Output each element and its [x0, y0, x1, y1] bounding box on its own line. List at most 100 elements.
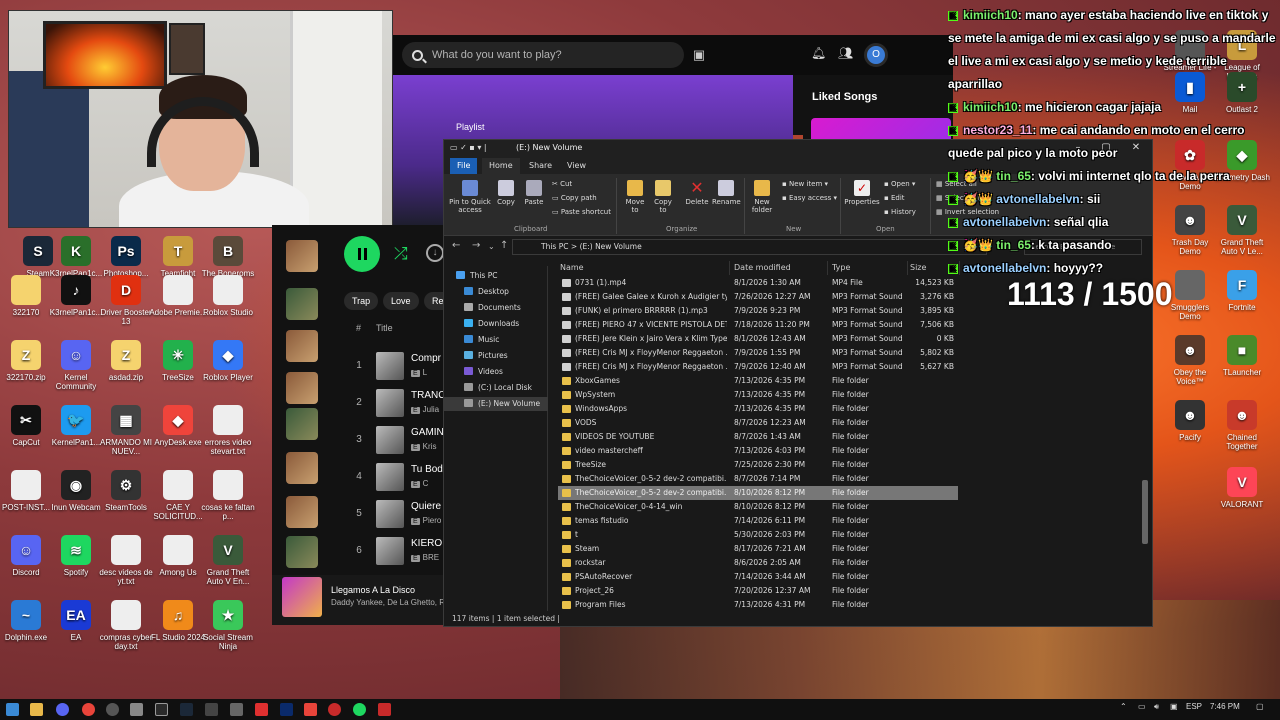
liked-songs-title[interactable]: Liked Songs [812, 91, 877, 103]
desktop-icon-valorant[interactable]: V VALORANT [1212, 467, 1272, 509]
file-explorer-taskbar-icon[interactable] [30, 703, 43, 716]
pin-quick-access-button[interactable]: Pin to Quick access [448, 180, 492, 214]
library-item-cover[interactable] [286, 240, 318, 272]
copy-path-button[interactable]: ▭ Copy path [552, 194, 597, 202]
spotify-search-input[interactable]: What do you want to play? [402, 42, 684, 68]
file-row[interactable]: video mastercheff 7/13/2026 4:03 PM File f… [558, 444, 958, 458]
desktop-icon-roblox-player[interactable]: ◆ Roblox Player [198, 340, 258, 382]
file-row[interactable]: temas fistudio 7/14/2026 6:11 PM File fold… [558, 514, 958, 528]
desktop-icon-photoshop[interactable]: Ps Photoshop... [96, 236, 156, 278]
desktop-icon-roblox-studio[interactable]: Roblox Studio [198, 275, 258, 317]
chip-love[interactable]: Love [383, 292, 419, 310]
desktop-icon-desc-videos-de-yt-txt[interactable]: desc videos de yt.txt [96, 535, 156, 586]
address-bar[interactable]: This PC > (E:) New Volume [512, 239, 987, 255]
library-item-cover[interactable] [286, 372, 318, 404]
now-playing-artist[interactable]: Daddy Yankee, De La Ghetto, R [331, 598, 445, 607]
desktop-icon-steamtools[interactable]: ⚙ SteamTools [96, 470, 156, 512]
back-arrow-icon[interactable]: ← [452, 240, 460, 251]
clock[interactable]: 7:46 PM [1210, 702, 1240, 711]
file-row[interactable]: TheChoiceVoicer_0-5-2 dev-2 compatibi...… [558, 486, 958, 500]
app-taskbar-icon[interactable] [205, 703, 218, 716]
easy-access-button[interactable]: ▪ Easy access ▾ [782, 194, 837, 202]
recent-chevron-icon[interactable]: ⌄ [488, 242, 495, 251]
now-playing-title[interactable]: Llegamos A La Disco [331, 585, 415, 595]
file-row[interactable]: PSAutoRecover 7/14/2026 3:44 AM File folde… [558, 570, 958, 584]
desktop-icon-errores-video-stevart-txt[interactable]: errores video stevart.txt [198, 405, 258, 456]
shuffle-icon[interactable]: ⤮ [394, 244, 408, 264]
tab-home[interactable]: Home [482, 158, 520, 174]
file-row[interactable]: (FREE) Galee Galee x Kuroh x Audigier ty… [558, 290, 958, 304]
desktop-icon-armando-mi-nuev[interactable]: ▦ ARMANDO MI NUEV... [96, 405, 156, 456]
desktop-icon-tlauncher[interactable]: ■ TLauncher [1212, 335, 1272, 377]
browse-icon[interactable]: ▣ [686, 42, 712, 68]
nav-item-desktop[interactable]: Desktop [444, 285, 548, 299]
nav-item-e-new-volume[interactable]: (E:) New Volume [444, 397, 548, 411]
edit-button[interactable]: ▪ Edit [884, 194, 905, 202]
app-taskbar-icon[interactable] [255, 703, 268, 716]
file-row[interactable]: t 5/30/2026 2:03 PM File folder [558, 528, 958, 542]
library-item-cover[interactable] [286, 408, 318, 440]
file-row[interactable]: rockstar 8/6/2026 2:05 AM File folder [558, 556, 958, 570]
quick-access-toolbar[interactable]: ▭ ✓ ▪ ▾ | [450, 140, 487, 156]
library-item-cover[interactable] [286, 496, 318, 528]
bell-icon[interactable]: 🔔︎ [811, 46, 826, 60]
col-name[interactable]: Name [558, 261, 730, 275]
cut-button[interactable]: ✂ Cut [552, 180, 572, 188]
file-row[interactable]: Project_26 7/20/2026 12:37 AM File folder [558, 584, 958, 598]
tab-share[interactable]: Share [522, 158, 559, 174]
file-row[interactable]: TreeSize 7/25/2026 2:30 PM File folder [558, 458, 958, 472]
file-row[interactable]: TheChoiceVoicer_0-4-14_win 8/10/2026 8:12… [558, 500, 958, 514]
nav-item-this-pc[interactable]: This PC [444, 269, 548, 283]
nav-item-music[interactable]: Music [444, 333, 548, 347]
track-row[interactable]: 4 Tu Bod E C [352, 461, 444, 495]
app-taskbar-icon[interactable] [230, 703, 243, 716]
file-row[interactable]: TheChoiceVoicer_0-5-2 dev-2 compatibi...… [558, 472, 958, 486]
col-date-modified[interactable]: Date modified [732, 261, 828, 275]
desktop-icon-driver-booster-13[interactable]: D Driver Booster 13 [96, 275, 156, 326]
app-taskbar-icon[interactable] [378, 703, 391, 716]
open-button[interactable]: ▪ Open ▾ [884, 180, 915, 188]
nav-item-documents[interactable]: Documents [444, 301, 548, 315]
track-row[interactable]: 1 Compr E L [352, 350, 444, 384]
file-row[interactable]: (FREE) Cris MJ x FloyyMenor Reggaeton ..… [558, 346, 958, 360]
chip-trap[interactable]: Trap [344, 292, 379, 310]
spotify-taskbar-icon[interactable] [353, 703, 366, 716]
tray-chevron-icon[interactable]: ⌃ [1120, 702, 1127, 711]
file-row[interactable]: 0731 (1).mp4 8/1/2026 1:30 AM MP4 File 14,5… [558, 276, 958, 290]
steam-taskbar-icon[interactable] [180, 703, 193, 716]
copy-button[interactable]: Copy [494, 180, 518, 206]
now-playing-cover[interactable] [282, 577, 322, 617]
tray-app-icon[interactable]: ▣ [1170, 702, 1178, 711]
track-row[interactable]: 6 KIERO E BRE [352, 535, 444, 569]
desktop-icon-asdad-zip[interactable]: Zasdad.zip [96, 340, 156, 382]
app-taskbar-icon[interactable] [304, 703, 317, 716]
chrome-taskbar-icon[interactable] [82, 703, 95, 716]
discord-taskbar-icon[interactable] [56, 703, 69, 716]
track-row[interactable]: 3 GAMIN E Kris [352, 424, 444, 458]
new-item-button[interactable]: ▪ New item ▾ [782, 180, 828, 188]
desktop-icon-cosas-ke-faltan-p[interactable]: cosas ke faltan p... [198, 470, 258, 521]
file-row[interactable]: VIDEOS DE YOUTUBE 8/7/2026 1:43 AM File fo… [558, 430, 958, 444]
friends-icon[interactable]: 👥︎ [838, 46, 853, 60]
nav-item-pictures[interactable]: Pictures [444, 349, 548, 363]
desktop-icon-pacify[interactable]: ☻ Pacify [1160, 400, 1220, 442]
vertical-scrollbar[interactable] [1142, 480, 1148, 544]
col-type[interactable]: Type [830, 261, 908, 275]
file-row[interactable]: (FREE) PIERO 47 x VICENTE PISTOLA DETR..… [558, 318, 958, 332]
nav-item-videos[interactable]: Videos [444, 365, 548, 379]
file-row[interactable]: WpSystem 7/13/2026 4:35 PM File folder [558, 388, 958, 402]
desktop-icon-the-boneroms[interactable]: B The Boneroms [198, 236, 258, 278]
file-row[interactable]: (FREE) Cris MJ x FloyyMenor Reggaeton ..… [558, 360, 958, 374]
library-item-cover[interactable] [286, 288, 318, 320]
delete-button[interactable]: ✕ Delete [684, 180, 710, 207]
network-icon[interactable]: ▭ [1138, 702, 1146, 711]
chip-re[interactable]: Re [424, 292, 444, 310]
new-folder-button[interactable]: New folder [748, 180, 776, 214]
file-row[interactable]: VODS 8/7/2026 12:23 AM File folder [558, 416, 958, 430]
desktop-icon-compras-cyber-day-txt[interactable]: compras cyber day.txt [96, 600, 156, 651]
language-indicator[interactable]: ESP [1186, 702, 1202, 711]
nav-item-downloads[interactable]: Downloads [444, 317, 548, 331]
desktop-icon-social-stream-ninja[interactable]: ★ Social Stream Ninja [198, 600, 258, 651]
app-taskbar-icon[interactable] [130, 703, 143, 716]
track-row[interactable]: 2 TRANC E Julia [352, 387, 445, 421]
